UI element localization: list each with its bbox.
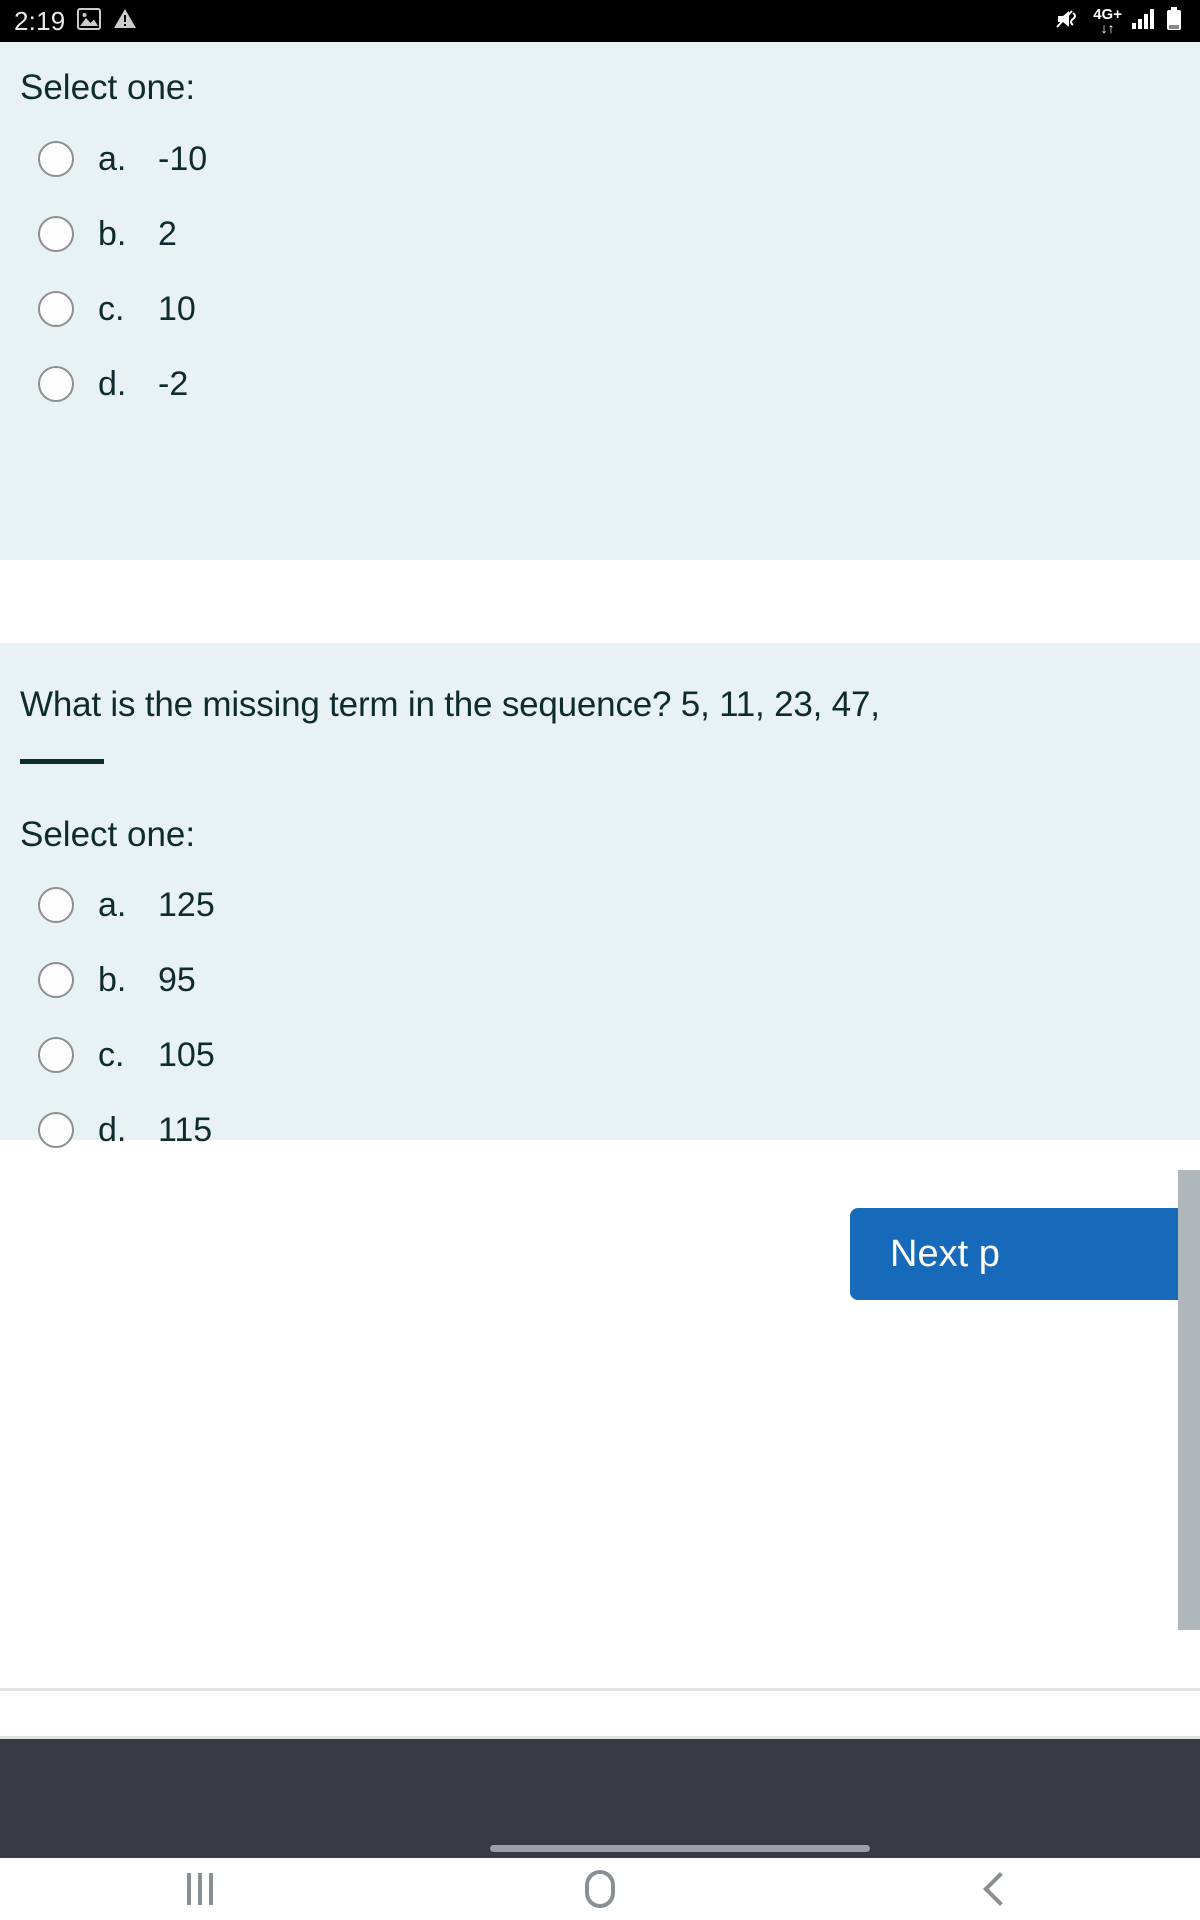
status-clock: 2:19	[14, 6, 66, 36]
option-value: 95	[158, 961, 196, 1000]
phone-screen: 2:19 4G+ ↓↑ Select one: a. -10 b. 2 c. 1…	[0, 0, 1200, 1920]
next-page-button[interactable]: Next p	[850, 1208, 1200, 1300]
answer-blank-line	[20, 758, 104, 764]
option-row[interactable]: a. -10	[0, 121, 1200, 196]
option-letter: a.	[98, 886, 127, 925]
status-bar-right: 4G+ ↓↑	[1056, 6, 1186, 36]
option-value: -10	[158, 139, 208, 178]
options-list-1: a. -10 b. 2 c. 10 d. -2	[0, 121, 1200, 421]
radio-button-icon[interactable]	[38, 290, 74, 327]
options-list-2: a. 125 b. 95 c. 105 d. 115	[0, 868, 1200, 1168]
radio-button-icon[interactable]	[38, 887, 74, 924]
status-bar: 2:19 4G+ ↓↑	[0, 0, 1200, 42]
option-value: 125	[158, 886, 215, 925]
footer-bar	[0, 1739, 1200, 1858]
option-value: 2	[158, 214, 177, 253]
back-button[interactable]	[800, 1858, 1200, 1920]
option-row[interactable]: b. 95	[0, 943, 1200, 1018]
select-one-label-2: Select one:	[20, 814, 196, 854]
option-row[interactable]: c. 105	[0, 1018, 1200, 1093]
warning-triangle-icon	[113, 8, 137, 35]
option-row[interactable]: a. 125	[0, 868, 1200, 943]
option-letter: b.	[98, 214, 127, 253]
option-value: 115	[158, 1111, 213, 1150]
option-row[interactable]: d. 115	[0, 1093, 1200, 1168]
option-value: 105	[158, 1036, 215, 1075]
option-letter: c.	[98, 1036, 125, 1075]
question-card-1: Select one: a. -10 b. 2 c. 10 d. -2	[0, 42, 1200, 560]
home-button[interactable]	[400, 1858, 800, 1920]
radio-button-icon[interactable]	[38, 365, 74, 402]
option-row[interactable]: d. -2	[0, 346, 1200, 421]
vertical-scrollbar[interactable]	[1178, 1170, 1200, 1630]
option-value: -2	[158, 364, 189, 403]
radio-button-icon[interactable]	[38, 962, 74, 999]
option-letter: a.	[98, 139, 127, 178]
option-letter: d.	[98, 364, 127, 403]
recents-icon	[187, 1873, 213, 1905]
recents-button[interactable]	[0, 1858, 400, 1920]
question-card-2: What is the missing term in the sequence…	[0, 643, 1200, 1149]
android-navigation-bar	[0, 1858, 1200, 1920]
question-text-2: What is the missing term in the sequence…	[0, 643, 1200, 783]
select-one-label-1: Select one:	[20, 68, 196, 107]
radio-button-icon[interactable]	[38, 140, 74, 177]
option-letter: b.	[98, 961, 127, 1000]
question-statement: What is the missing term in the sequence…	[20, 685, 880, 724]
data-transfer-arrows-icon: ↓↑	[1100, 19, 1115, 36]
radio-button-icon[interactable]	[38, 1112, 74, 1149]
option-letter: c.	[98, 289, 125, 328]
status-bar-left: 2:19	[14, 6, 137, 36]
image-icon	[77, 7, 102, 35]
signal-bars-icon	[1131, 8, 1157, 35]
section-divider	[0, 1688, 1200, 1691]
option-value: 10	[158, 289, 196, 328]
option-letter: d.	[98, 1111, 127, 1150]
radio-button-icon[interactable]	[38, 1037, 74, 1074]
footer-drag-handle[interactable]	[490, 1845, 870, 1852]
option-row[interactable]: b. 2	[0, 196, 1200, 271]
radio-button-icon[interactable]	[38, 215, 74, 252]
battery-icon	[1166, 6, 1182, 36]
back-icon	[983, 1872, 1017, 1906]
network-type-indicator: 4G+ ↓↑	[1093, 7, 1122, 35]
mute-icon	[1056, 8, 1084, 35]
option-row[interactable]: c. 10	[0, 271, 1200, 346]
home-icon	[585, 1870, 615, 1908]
